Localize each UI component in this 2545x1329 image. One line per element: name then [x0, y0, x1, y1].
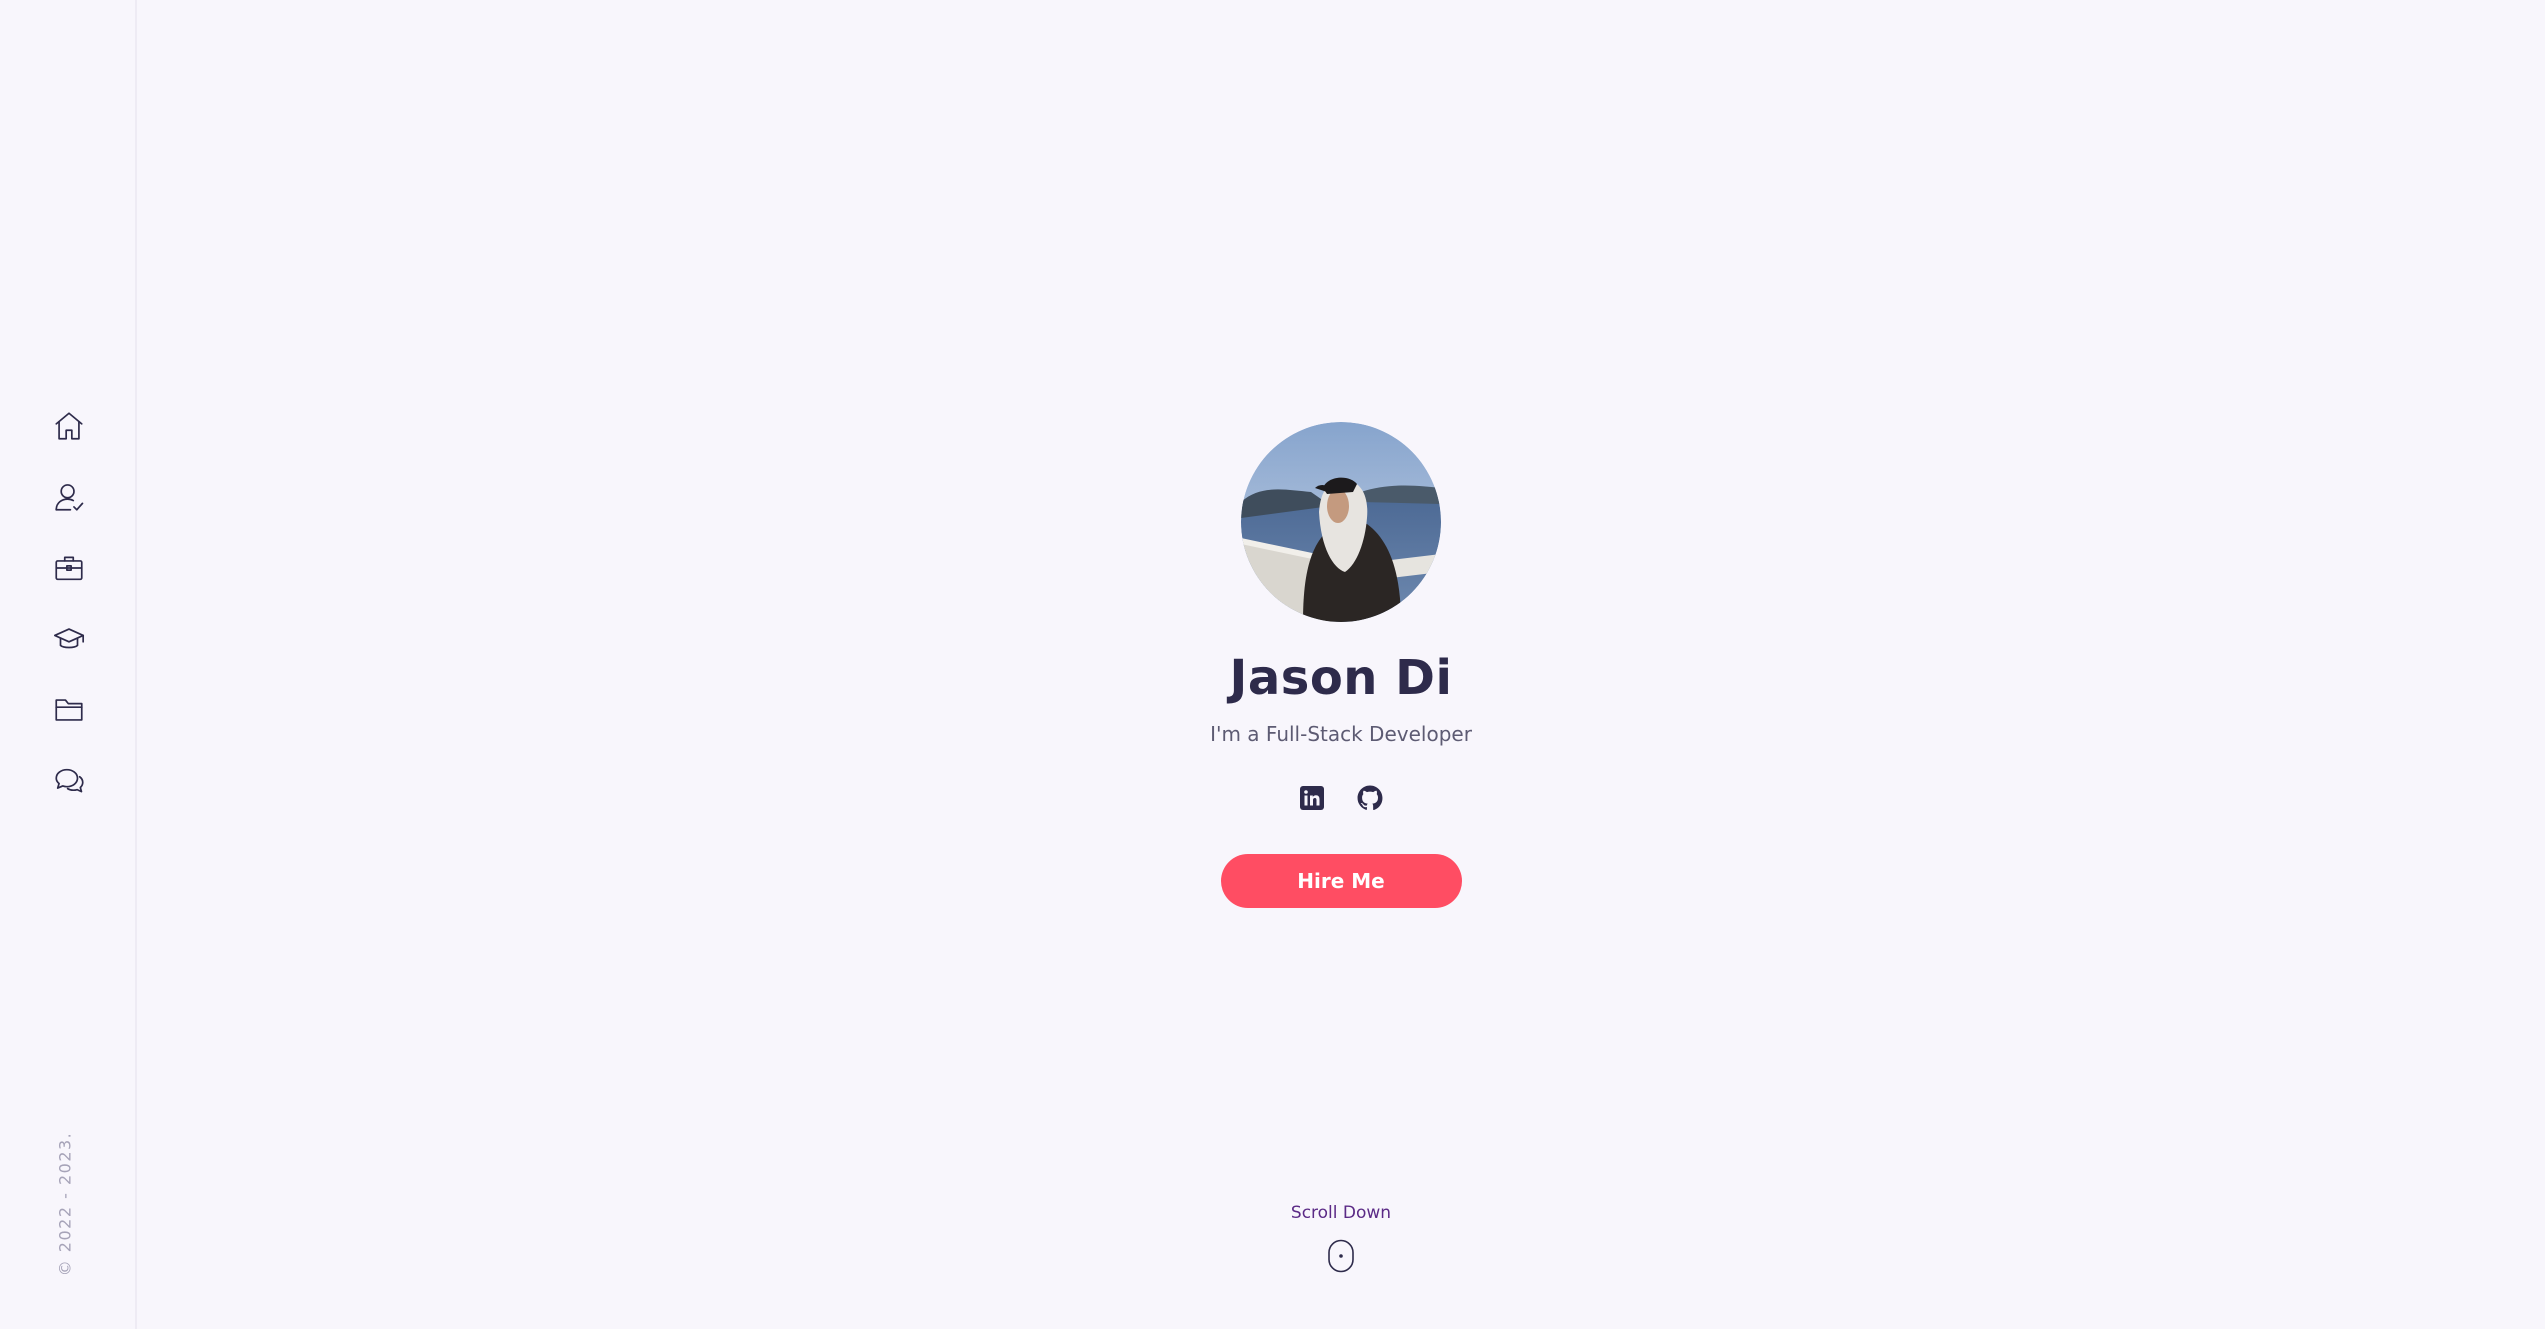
- folder-icon: [54, 698, 83, 721]
- nav-home[interactable]: [0, 390, 137, 461]
- nav-contact[interactable]: [0, 745, 137, 816]
- scroll-down[interactable]: Scroll Down: [137, 1203, 2545, 1273]
- hero-section: Jason Di I'm a Full-Stack Developer Hire…: [137, 422, 2545, 908]
- nav-education[interactable]: [0, 603, 137, 674]
- github-link[interactable]: [1354, 782, 1386, 814]
- graduation-cap-icon: [53, 627, 84, 648]
- nav-experience[interactable]: [0, 532, 137, 603]
- nav-about[interactable]: [0, 461, 137, 532]
- briefcase-icon: [54, 556, 83, 580]
- github-icon: [1357, 785, 1383, 811]
- linkedin-link[interactable]: [1296, 782, 1328, 814]
- linkedin-icon: [1300, 786, 1324, 810]
- main-content: Jason Di I'm a Full-Stack Developer Hire…: [137, 0, 2545, 1329]
- scroll-down-label: Scroll Down: [1290, 1203, 1392, 1223]
- profile-name: Jason Di: [1229, 650, 1453, 706]
- nav-portfolio[interactable]: [0, 674, 137, 745]
- sidebar-nav: [0, 390, 137, 816]
- profile-tagline: I'm a Full-Stack Developer: [1210, 722, 1472, 746]
- user-check-icon: [54, 483, 83, 511]
- mouse-icon: [1328, 1239, 1354, 1273]
- home-icon: [54, 411, 83, 440]
- chat-icon: [54, 768, 84, 792]
- copyright-text: © 2022 - 2023.: [55, 1131, 75, 1277]
- hire-me-button[interactable]: Hire Me: [1220, 854, 1462, 908]
- sidebar: © 2022 - 2023.: [0, 0, 137, 1329]
- social-links: [1296, 782, 1386, 814]
- profile-photo: [1241, 422, 1441, 622]
